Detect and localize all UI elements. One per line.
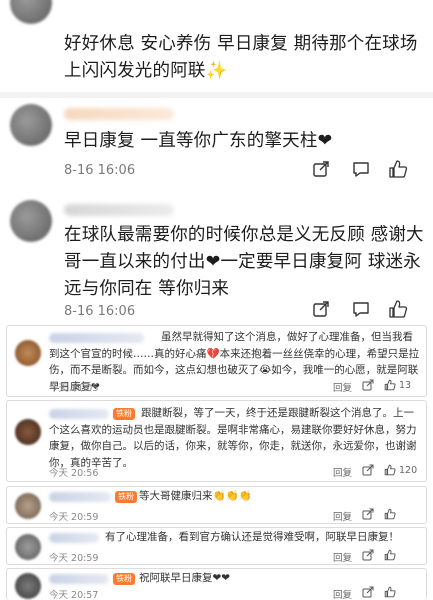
reply-button[interactable]: 回复 (333, 509, 352, 523)
comment-item: 早日康复 一直等你广东的擎天柱❤ 8-16 16:06 (0, 98, 433, 188)
share-icon[interactable] (362, 586, 374, 598)
like-icon (384, 464, 396, 476)
like-button[interactable] (384, 586, 399, 598)
like-button[interactable] (384, 508, 399, 520)
avatar[interactable] (10, 104, 52, 146)
avatar[interactable] (15, 534, 41, 560)
comment-text: 好好休息 安心养伤 早日康复 期待那个在球场上闪闪发光的阿联✨ (64, 34, 418, 81)
like-button[interactable]: 120 (384, 464, 417, 476)
avatar[interactable] (15, 419, 41, 445)
comment-text: 祝阿联早日康复❤❤ (139, 572, 231, 584)
reply-button[interactable]: 回复 (333, 550, 352, 564)
share-icon[interactable] (312, 300, 330, 318)
share-icon[interactable] (362, 549, 374, 561)
comment-time: 今天 20:57 (49, 590, 99, 600)
comment-item: 在球队最需要你的时候你总是义无反顾 感谢大哥一直以来的付出❤一定要早日康复阿 球… (0, 188, 433, 321)
username[interactable] (64, 204, 174, 216)
comment-time: 8-16 16:06 (64, 163, 136, 178)
comments-screenshot: 好好休息 安心养伤 早日康复 期待那个在球场上闪闪发光的阿联✨ 早日康复 一直等… (0, 0, 433, 600)
like-button[interactable]: 13 (384, 379, 411, 391)
comment-icon[interactable] (351, 160, 371, 178)
like-count: 13 (399, 379, 412, 391)
avatar[interactable] (10, 0, 52, 24)
comment-card: 铁粉 等大哥健康归来👏👏👏 今天 20:59 回复 (6, 486, 427, 524)
comment-text: 在球队最需要你的时候你总是义无反顾 感谢大哥一直以来的付出❤一定要早日康复阿 球… (64, 225, 424, 299)
comment-time: 今天 20:56 (49, 468, 99, 479)
comment-card: 虽然早就得知了这个消息，做好了心理准备，但当我看到这个官宣的时候……真的好心痛💔… (6, 325, 427, 397)
share-icon[interactable] (362, 379, 374, 391)
like-count: 120 (399, 464, 418, 476)
comment-text: 有了心理准备，看到官方确认还是觉得难受啊，阿联早日康复！ (105, 531, 399, 543)
like-icon[interactable] (388, 159, 408, 179)
comment-time: 今天 21:05 (49, 383, 99, 394)
share-icon[interactable] (362, 464, 374, 476)
comment-card: 铁粉 跟腱断裂，等了一天，终于还是跟腱断裂这个消息了。上一个这么喜欢的运动员也是… (6, 400, 427, 482)
username[interactable] (64, 108, 174, 120)
comment-time: 今天 20:59 (49, 512, 99, 523)
avatar[interactable] (15, 340, 41, 366)
reply-button[interactable]: 回复 (333, 465, 352, 479)
reply-button[interactable]: 回复 (333, 380, 352, 394)
like-icon (384, 549, 396, 561)
comment-item: 好好休息 安心养伤 早日康复 期待那个在球场上闪闪发光的阿联✨ (0, 0, 433, 92)
comment-card: 有了心理准备，看到官方确认还是觉得难受啊，阿联早日康复！ 今天 20:59 回复 (6, 527, 427, 565)
comment-text: 早日康复 一直等你广东的擎天柱❤ (64, 131, 333, 151)
share-icon[interactable] (312, 160, 330, 178)
avatar[interactable] (15, 573, 41, 599)
comment-time: 今天 20:59 (49, 553, 99, 564)
comment-icon[interactable] (351, 300, 371, 318)
comment-card: 铁粉 祝阿联早日康复❤❤ 今天 20:57 回复 (6, 568, 427, 600)
avatar[interactable] (15, 493, 41, 519)
share-icon[interactable] (362, 508, 374, 520)
like-icon (384, 508, 396, 520)
like-icon (384, 586, 396, 598)
comment-text: 等大哥健康归来👏👏👏 (139, 490, 252, 502)
reply-button[interactable]: 回复 (333, 587, 352, 600)
avatar[interactable] (10, 200, 52, 242)
like-icon[interactable] (388, 299, 408, 319)
comment-time: 8-16 16:06 (64, 304, 136, 319)
like-icon (384, 379, 396, 391)
like-button[interactable] (384, 549, 399, 561)
comment-text: 跟腱断裂，等了一天，终于还是跟腱断裂这个消息了。上一个这么喜欢的运动员也是跟腱断… (49, 407, 417, 469)
